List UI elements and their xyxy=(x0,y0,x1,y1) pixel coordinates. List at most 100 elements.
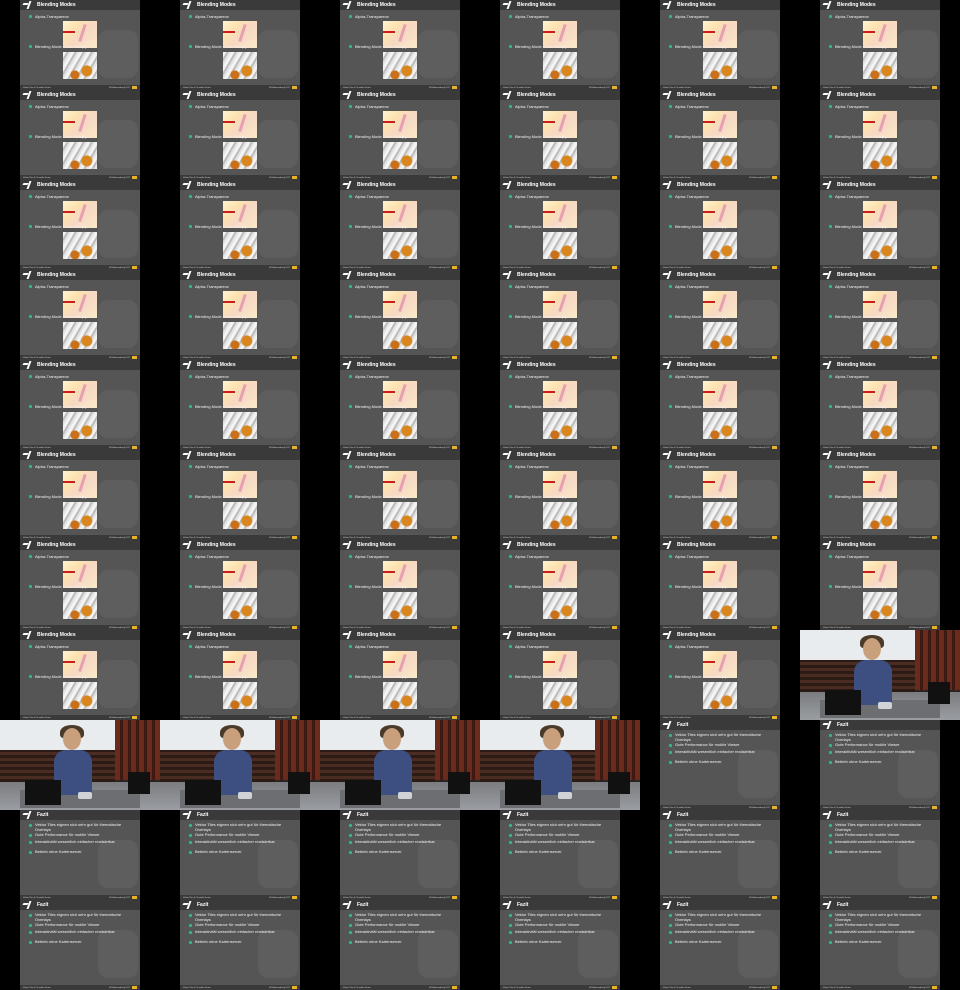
frame-thumbnail-blending-modes[interactable]: Blending Modes Alpha-Transparenz Blendin… xyxy=(480,180,640,270)
frame-thumbnail-blending-modes[interactable]: Blending Modes Alpha-Transparenz Blendin… xyxy=(320,360,480,450)
footer-right-text: GDI-Anwendertag 2017 xyxy=(109,986,137,989)
frame-thumbnail-blending-modes[interactable]: Blending Modes Alpha-Transparenz Blendin… xyxy=(640,0,800,90)
frame-thumbnail-blending-modes[interactable]: Blending Modes Alpha-Transparenz Blendin… xyxy=(160,450,320,540)
frame-thumbnail-blending-modes[interactable]: Blending Modes Alpha-Transparenz Blendin… xyxy=(640,540,800,630)
slide-blending-modes: Blending Modes Alpha-Transparenz Blendin… xyxy=(20,450,140,540)
frame-thumbnail-blending-modes[interactable]: Blending Modes Alpha-Transparenz Blendin… xyxy=(160,180,320,270)
frame-thumbnail-fazit[interactable]: Fazit Vektor Tiles eignen sich sehr gut … xyxy=(480,900,640,990)
frame-thumbnail-blending-modes[interactable]: Blending Modes Alpha-Transparenz Blendin… xyxy=(480,630,640,720)
logo-icon xyxy=(663,451,674,459)
slide-title: Blending Modes xyxy=(677,362,716,368)
frame-thumbnail-blending-modes[interactable]: Blending Modes Alpha-Transparenz Blendin… xyxy=(0,180,160,270)
bullet-icon xyxy=(349,840,352,844)
slide-title: Fazit xyxy=(837,812,849,818)
bullet-text: Betrieb ohne Kartenserver xyxy=(515,849,562,854)
laptop xyxy=(505,780,541,805)
frame-thumbnail-blending-modes[interactable]: Blending Modes Alpha-Transparenz Blendin… xyxy=(800,270,960,360)
frame-thumbnail-blending-modes[interactable]: Blending Modes Alpha-Transparenz Blendin… xyxy=(800,540,960,630)
frame-thumbnail-blending-modes[interactable]: Blending Modes Alpha-Transparenz Blendin… xyxy=(320,270,480,360)
frame-thumbnail-blending-modes[interactable]: Blending Modes Alpha-Transparenz Blendin… xyxy=(800,450,960,540)
frame-thumbnail-blending-modes[interactable]: Blending Modes Alpha-Transparenz Blendin… xyxy=(480,90,640,180)
frame-thumbnail-blending-modes[interactable]: Blending Modes Alpha-Transparenz Blendin… xyxy=(0,270,160,360)
frame-thumbnail-fazit[interactable]: Fazit Vektor Tiles eignen sich sehr gut … xyxy=(0,900,160,990)
bullet-text: Betrieb ohne Kartenserver xyxy=(675,759,722,764)
footer-left-text: Vektor Tiles & Ol mobile Karten xyxy=(503,536,531,539)
frame-thumbnail-blending-modes[interactable]: Blending Modes Alpha-Transparenz Blendin… xyxy=(160,540,320,630)
logo-icon xyxy=(343,451,354,459)
frame-thumbnail-speaker[interactable] xyxy=(800,630,960,720)
frame-thumbnail-blending-modes[interactable]: Blending Modes Alpha-Transparenz Blendin… xyxy=(160,630,320,720)
frame-thumbnail-blending-modes[interactable]: Blending Modes Alpha-Transparenz Blendin… xyxy=(480,450,640,540)
frame-thumbnail-blending-modes[interactable]: Blending Modes Alpha-Transparenz Blendin… xyxy=(160,270,320,360)
bullet-icon xyxy=(669,743,672,747)
frame-thumbnail-blending-modes[interactable]: Blending Modes Alpha-Transparenz Blendin… xyxy=(800,0,960,90)
footer-left-text: Vektor Tiles & Ol mobile Karten xyxy=(503,626,531,629)
frame-thumbnail-fazit[interactable]: Fazit Vektor Tiles eignen sich sehr gut … xyxy=(0,810,160,900)
frame-thumbnail-fazit[interactable]: Fazit Vektor Tiles eignen sich sehr gut … xyxy=(480,810,640,900)
slide-footer: Vektor Tiles & Ol mobile Karten GDI-Anwe… xyxy=(820,985,940,990)
frame-thumbnail-blending-modes[interactable]: Blending Modes Alpha-Transparenz Blendin… xyxy=(320,630,480,720)
slide-background-shape xyxy=(98,120,138,168)
bullet-item: Interaktivität wesentlich einfacher real… xyxy=(669,749,774,755)
frame-thumbnail-fazit[interactable]: Fazit Vektor Tiles eignen sich sehr gut … xyxy=(800,810,960,900)
bullet-icon xyxy=(829,923,832,927)
frame-thumbnail-blending-modes[interactable]: Blending Modes Alpha-Transparenz Blendin… xyxy=(0,90,160,180)
frame-thumbnail-blending-modes[interactable]: Blending Modes Alpha-Transparenz Blendin… xyxy=(160,360,320,450)
frame-thumbnail-blending-modes[interactable]: Blending Modes Alpha-Transparenz Blendin… xyxy=(320,0,480,90)
bullet-text: Vektor Tiles eignen sich sehr gut für th… xyxy=(35,822,122,832)
frame-thumbnail-blending-modes[interactable]: Blending Modes Alpha-Transparenz Blendin… xyxy=(320,180,480,270)
frame-thumbnail-fazit[interactable]: Fazit Vektor Tiles eignen sich sehr gut … xyxy=(640,720,800,810)
slide-title: Blending Modes xyxy=(837,272,876,278)
frame-thumbnail-blending-modes[interactable]: Blending Modes Alpha-Transparenz Blendin… xyxy=(160,90,320,180)
frame-thumbnail-blending-modes[interactable]: Blending Modes Alpha-Transparenz Blendin… xyxy=(320,450,480,540)
frame-thumbnail-blending-modes[interactable]: Blending Modes Alpha-Transparenz Blendin… xyxy=(160,0,320,90)
frame-thumbnail-blending-modes[interactable]: Blending Modes Alpha-Transparenz Blendin… xyxy=(800,90,960,180)
logo-icon xyxy=(503,91,514,99)
frame-thumbnail-blending-modes[interactable]: Blending Modes Alpha-Transparenz Blendin… xyxy=(800,360,960,450)
slide-header: Blending Modes xyxy=(820,540,940,550)
frame-thumbnail-blending-modes[interactable]: Blending Modes Alpha-Transparenz Blendin… xyxy=(640,180,800,270)
bullet-text: Interaktivität wesentlich einfacher real… xyxy=(675,749,755,754)
frame-thumbnail-blending-modes[interactable]: Blending Modes Alpha-Transparenz Blendin… xyxy=(640,90,800,180)
monitor xyxy=(928,682,950,704)
frame-thumbnail-blending-modes[interactable]: Blending Modes Alpha-Transparenz Blendin… xyxy=(640,450,800,540)
bullet-text: Blending Mode Color Multiply xyxy=(195,674,248,679)
frame-thumbnail-fazit[interactable]: Fazit Vektor Tiles eignen sich sehr gut … xyxy=(800,900,960,990)
bullet-icon xyxy=(669,495,672,498)
frame-thumbnail-fazit[interactable]: Fazit Vektor Tiles eignen sich sehr gut … xyxy=(640,810,800,900)
frame-thumbnail-fazit[interactable]: Fazit Vektor Tiles eignen sich sehr gut … xyxy=(320,810,480,900)
frame-thumbnail-blending-modes[interactable]: Blending Modes Alpha-Transparenz Blendin… xyxy=(480,540,640,630)
bullet-text: Blending Mode Color Multiply xyxy=(355,404,408,409)
slide-title: Blending Modes xyxy=(197,452,236,458)
frame-thumbnail-fazit[interactable]: Fazit Vektor Tiles eignen sich sehr gut … xyxy=(160,810,320,900)
frame-thumbnail-speaker[interactable] xyxy=(320,720,480,810)
frame-thumbnail-blending-modes[interactable]: Blending Modes Alpha-Transparenz Blendin… xyxy=(640,630,800,720)
frame-thumbnail-blending-modes[interactable]: Blending Modes Alpha-Transparenz Blendin… xyxy=(0,630,160,720)
frame-thumbnail-blending-modes[interactable]: Blending Modes Alpha-Transparenz Blendin… xyxy=(640,360,800,450)
frame-thumbnail-blending-modes[interactable]: Blending Modes Alpha-Transparenz Blendin… xyxy=(0,450,160,540)
slide-title: Blending Modes xyxy=(837,452,876,458)
frame-thumbnail-blending-modes[interactable]: Blending Modes Alpha-Transparenz Blendin… xyxy=(480,0,640,90)
bullet-item: Alpha-Transparenz xyxy=(509,14,549,19)
frame-thumbnail-fazit[interactable]: Fazit Vektor Tiles eignen sich sehr gut … xyxy=(800,720,960,810)
bullet-item: Alpha-Transparenz xyxy=(189,284,229,289)
frame-thumbnail-speaker[interactable] xyxy=(0,720,160,810)
frame-thumbnail-blending-modes[interactable]: Blending Modes Alpha-Transparenz Blendin… xyxy=(0,360,160,450)
frame-thumbnail-blending-modes[interactable]: Blending Modes Alpha-Transparenz Blendin… xyxy=(320,90,480,180)
frame-thumbnail-fazit[interactable]: Fazit Vektor Tiles eignen sich sehr gut … xyxy=(320,900,480,990)
frame-thumbnail-speaker[interactable] xyxy=(480,720,640,810)
slide-background-shape xyxy=(898,840,938,888)
frame-thumbnail-blending-modes[interactable]: Blending Modes Alpha-Transparenz Blendin… xyxy=(480,360,640,450)
frame-thumbnail-blending-modes[interactable]: Blending Modes Alpha-Transparenz Blendin… xyxy=(320,540,480,630)
frame-thumbnail-fazit[interactable]: Fazit Vektor Tiles eignen sich sehr gut … xyxy=(160,900,320,990)
frame-thumbnail-fazit[interactable]: Fazit Vektor Tiles eignen sich sehr gut … xyxy=(640,900,800,990)
frame-thumbnail-blending-modes[interactable]: Blending Modes Alpha-Transparenz Blendin… xyxy=(0,0,160,90)
monitor xyxy=(608,772,630,794)
frame-thumbnail-blending-modes[interactable]: Blending Modes Alpha-Transparenz Blendin… xyxy=(640,270,800,360)
frame-thumbnail-blending-modes[interactable]: Blending Modes Alpha-Transparenz Blendin… xyxy=(0,540,160,630)
frame-thumbnail-blending-modes[interactable]: Blending Modes Alpha-Transparenz Blendin… xyxy=(480,270,640,360)
logo-icon xyxy=(183,631,194,639)
frame-thumbnail-speaker[interactable] xyxy=(160,720,320,810)
bullet-text: Vektor Tiles eignen sich sehr gut für th… xyxy=(195,912,282,922)
frame-thumbnail-blending-modes[interactable]: Blending Modes Alpha-Transparenz Blendin… xyxy=(800,180,960,270)
